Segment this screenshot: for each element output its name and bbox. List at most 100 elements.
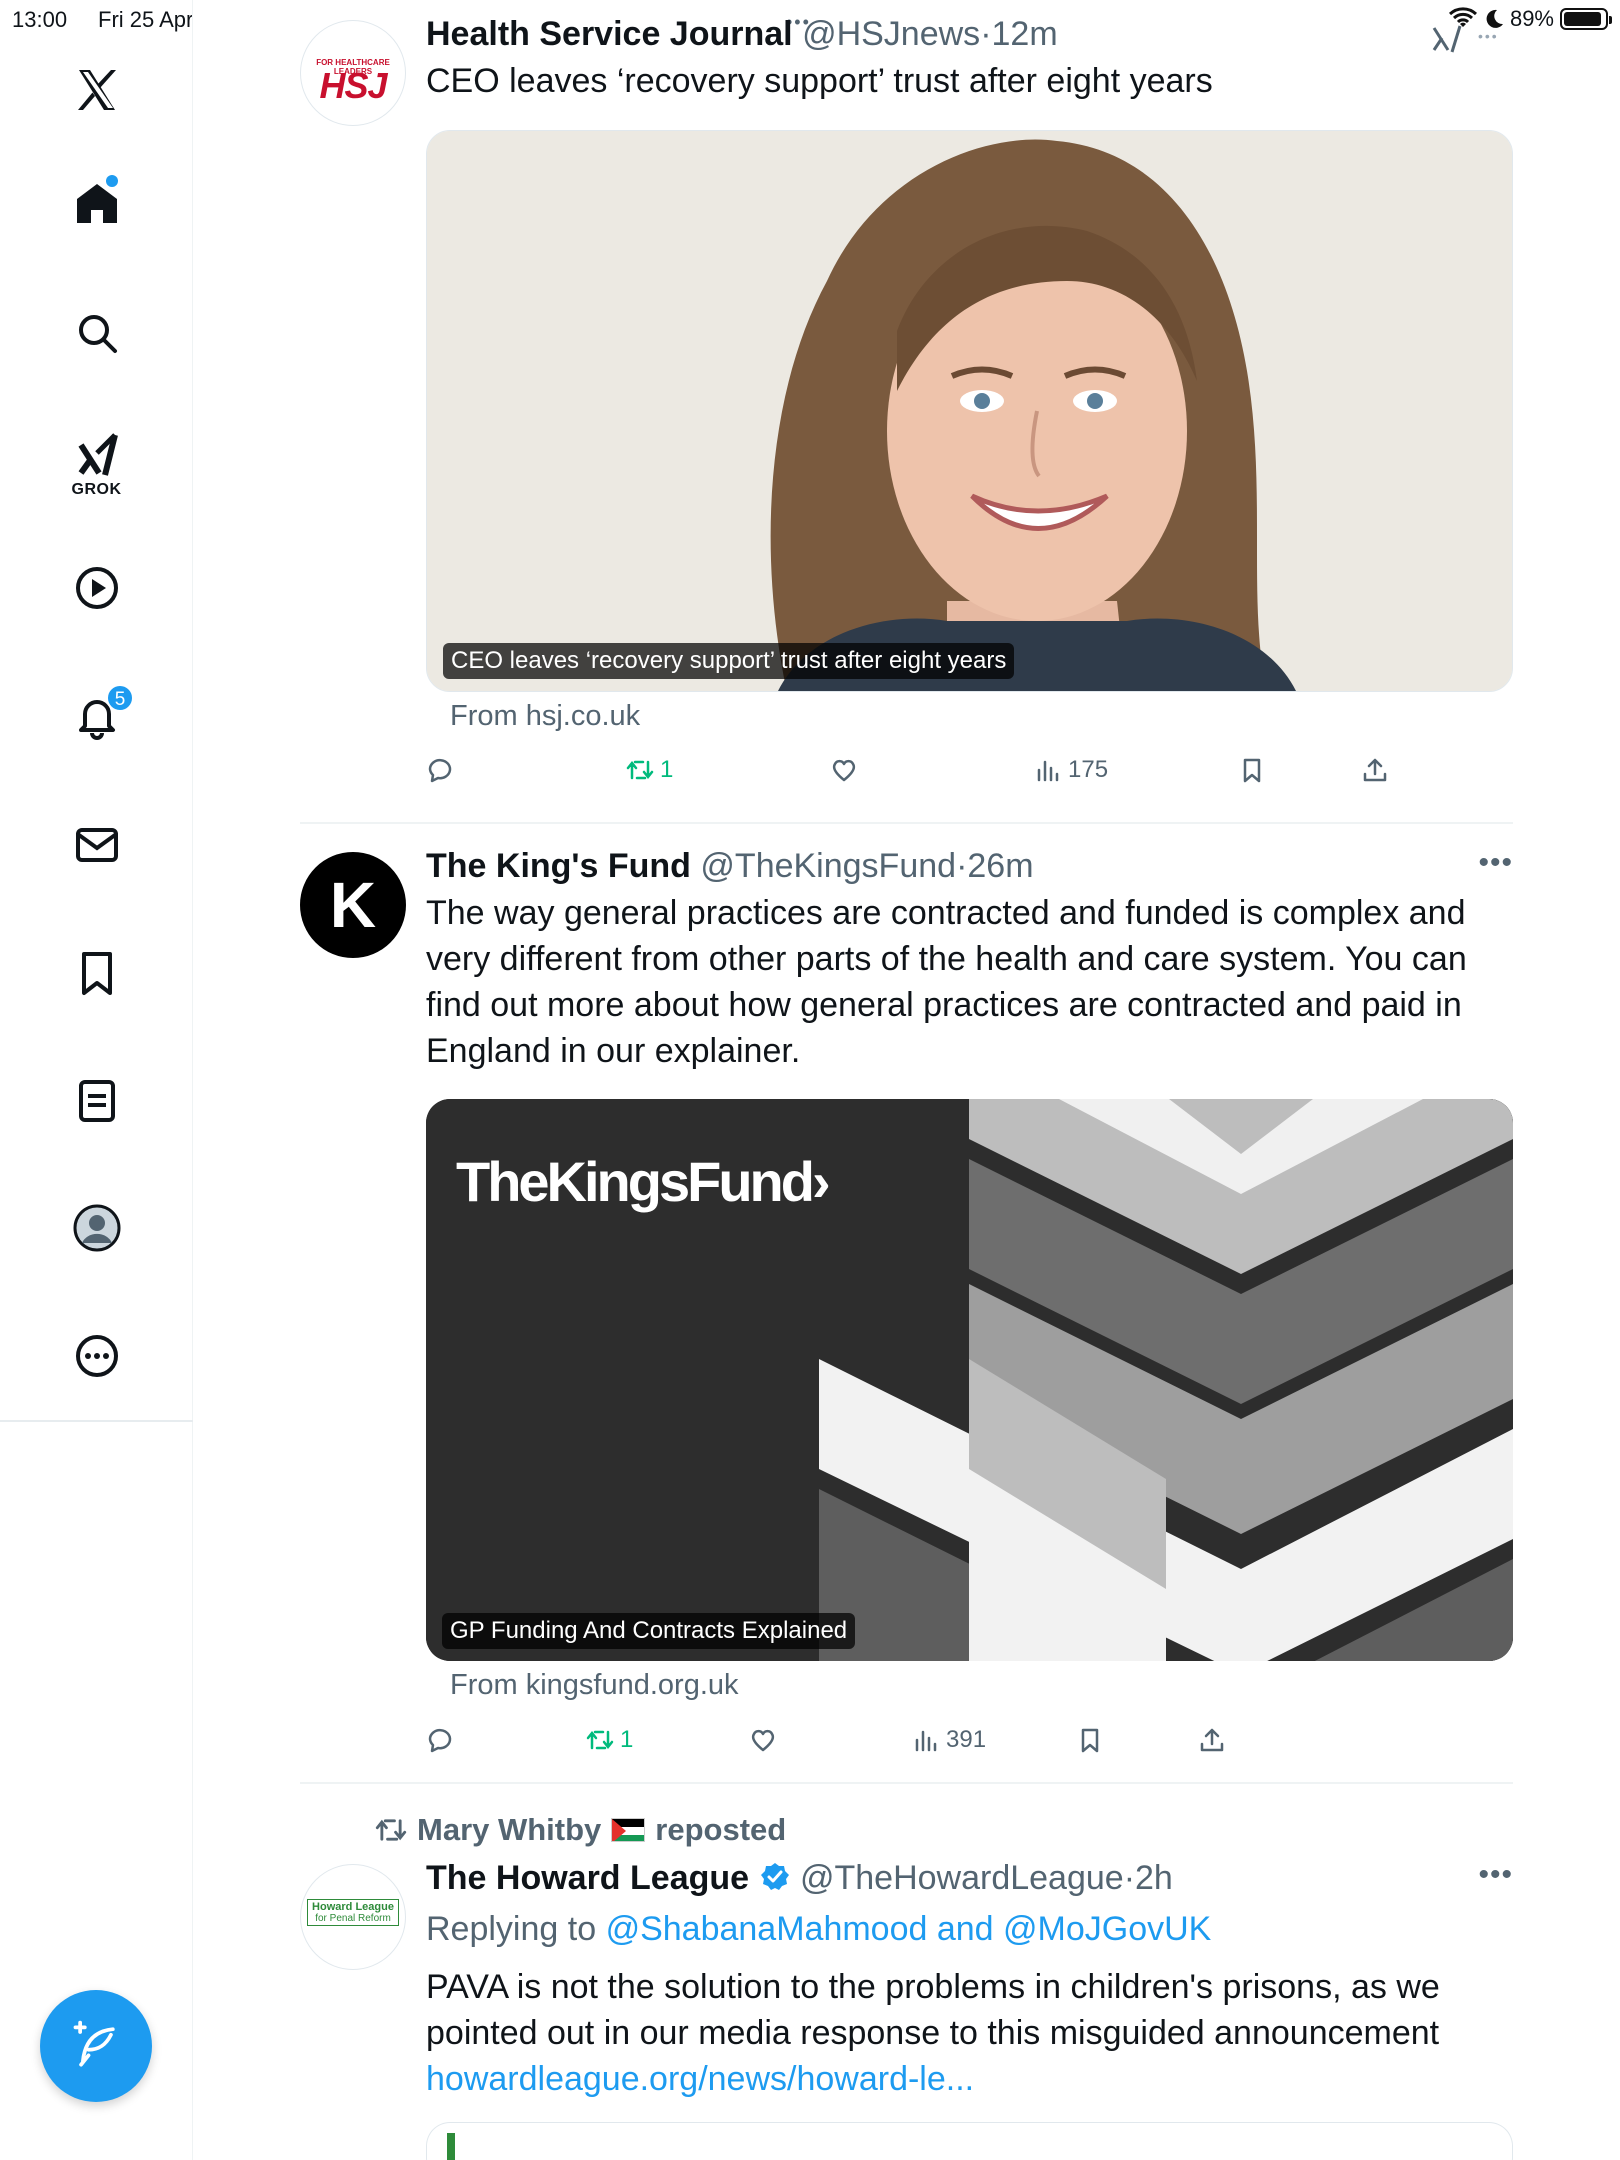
bookmark-action-icon — [1243, 758, 1261, 783]
dot-separator: · — [1123, 1859, 1136, 1897]
author-name[interactable]: The Howard League — [426, 1859, 749, 1897]
link-card-image[interactable]: CEO leaves ‘recovery support’ trust afte… — [426, 130, 1513, 692]
retweet-button[interactable]: 1 — [626, 756, 673, 784]
list-icon — [78, 1080, 115, 1122]
reply-button[interactable] — [426, 756, 454, 784]
author-handle[interactable]: @TheHowardLeague — [800, 1859, 1124, 1897]
x-logo-icon — [77, 70, 116, 110]
card-source[interactable]: From hsj.co.uk — [450, 700, 640, 733]
more-circle-icon — [75, 1335, 118, 1377]
card-preview-bar — [447, 2133, 455, 2160]
nav-profile[interactable] — [0, 1200, 193, 1256]
play-circle-icon — [75, 567, 118, 609]
palestine-flag-icon — [611, 1818, 646, 1842]
heart-icon — [832, 759, 856, 782]
reposter-name[interactable]: Mary Whitby — [417, 1812, 601, 1848]
reply-button[interactable] — [426, 1726, 454, 1754]
tweet-text: PAVA is not the solution to the problems… — [426, 1968, 1440, 2052]
repost-icon — [375, 1819, 407, 1841]
views-count: 391 — [946, 1726, 987, 1753]
tweet-kingsfund[interactable]: K ••• The King's Fund @TheKingsFund·26m … — [300, 846, 1513, 1766]
retweet-icon — [586, 1730, 614, 1750]
heart-icon — [751, 1729, 775, 1752]
views-count: 175 — [1068, 756, 1109, 783]
tweet-header: The King's Fund @TheKingsFund·26m — [426, 846, 1513, 886]
search-icon — [78, 315, 117, 353]
tweet-body: The King's Fund @TheKingsFund·26m The wa… — [426, 846, 1513, 1074]
like-button[interactable] — [830, 756, 858, 784]
card-photo-portrait — [427, 131, 1512, 691]
nav-home[interactable] — [0, 175, 193, 231]
reply-icon — [428, 758, 452, 783]
link-card-preview[interactable] — [426, 2122, 1513, 2160]
replying-to-mentions[interactable]: @ShabanaMahmood and @MoJGovUK — [606, 1910, 1212, 1948]
views-chart-icon — [915, 1730, 937, 1752]
share-button[interactable] — [1361, 756, 1389, 784]
author-name[interactable]: Health Service Journal — [426, 15, 793, 53]
nav-bookmarks[interactable] — [0, 945, 193, 1001]
share-button[interactable] — [1198, 1726, 1226, 1754]
author-handle[interactable]: @HSJnews — [802, 15, 980, 53]
bookmark-button[interactable] — [1076, 1726, 1104, 1754]
nav-more[interactable] — [0, 1328, 193, 1384]
tweet-actions: 1 391 — [426, 1726, 1513, 1766]
tweet-actions: 1 175 — [426, 756, 1513, 796]
x-logo[interactable] — [0, 62, 193, 118]
nav-grok[interactable]: GROK — [0, 425, 193, 505]
nav-video[interactable] — [0, 560, 193, 616]
bookmark-button[interactable] — [1238, 756, 1266, 784]
notifications-badge: 5 — [106, 684, 134, 712]
sidebar: GROK 5 — [0, 0, 193, 2160]
tweet-text: CEO leaves ‘recovery support’ trust afte… — [426, 62, 1213, 100]
retweet-button[interactable]: 1 — [586, 1726, 633, 1754]
like-button[interactable] — [749, 1726, 777, 1754]
dot-separator: · — [956, 847, 968, 885]
tweet-time[interactable]: 12m — [992, 15, 1058, 53]
compose-button[interactable] — [40, 1990, 152, 2102]
tweet-time[interactable]: 26m — [967, 847, 1033, 885]
tweet-body: The Howard League @TheHowardLeague·2h Re… — [426, 1858, 1513, 2102]
battery-icon — [1560, 8, 1612, 30]
nav-notifications[interactable]: 5 — [0, 684, 193, 744]
retweet-icon — [626, 760, 654, 780]
bookmark-icon — [81, 952, 112, 995]
tweet-separator — [300, 822, 1513, 824]
tweet-header: The Howard League @TheHowardLeague·2h — [426, 1858, 1513, 1898]
retweet-count: 1 — [660, 756, 674, 783]
author-name[interactable]: The King's Fund — [426, 847, 691, 885]
avatar-kingsfund[interactable]: K — [300, 852, 406, 958]
tweet-howardleague[interactable]: Mary Whitby reposted Howard League for P… — [300, 1808, 1513, 2160]
views-button[interactable]: 175 — [1034, 756, 1108, 784]
sidebar-divider — [0, 1420, 193, 1422]
nav-messages[interactable] — [0, 817, 193, 873]
reply-icon — [428, 1728, 452, 1753]
nav-lists[interactable] — [0, 1073, 193, 1129]
tweet-link[interactable]: howardleague.org/news/howard-le... — [426, 2056, 1513, 2102]
verified-badge-icon — [760, 1863, 789, 1890]
nav-search[interactable] — [0, 305, 193, 361]
avatar-hsj[interactable]: FOR HEALTHCARE LEADERS HSJ — [300, 20, 406, 126]
views-button[interactable]: 391 — [912, 1726, 986, 1754]
grok-icon — [77, 433, 118, 476]
home-unread-dot — [106, 175, 118, 187]
avatar-howardleague[interactable]: Howard League for Penal Reform — [300, 1864, 406, 1970]
grok-label: GROK — [71, 481, 122, 498]
avatar-howard-text-2: for Penal Reform — [315, 1913, 391, 1924]
compose-feather-icon — [73, 2020, 115, 2067]
card-caption: GP Funding And Contracts Explained — [442, 1613, 856, 1649]
tweet-separator — [300, 1782, 1513, 1784]
author-handle[interactable]: @TheKingsFund — [700, 847, 956, 885]
retweet-count: 1 — [620, 1726, 634, 1753]
share-icon — [1200, 1728, 1224, 1752]
avatar-hsj-logo: HSJ — [319, 65, 387, 106]
replying-prefix: Replying to — [426, 1910, 597, 1948]
battery-percent: 89% — [1509, 6, 1554, 31]
link-card-image[interactable]: TheKingsFund› GP Funding And Contracts E… — [426, 1099, 1513, 1661]
tweet-time[interactable]: 2h — [1135, 1859, 1173, 1897]
repost-indicator: Mary Whitby reposted — [375, 1812, 786, 1848]
tweet-hsj[interactable]: FOR HEALTHCARE LEADERS HSJ Health Servic… — [300, 14, 1513, 814]
card-source[interactable]: From kingsfund.org.uk — [450, 1669, 739, 1702]
bookmark-action-icon — [1081, 1728, 1099, 1753]
profile-avatar-icon — [73, 1204, 120, 1252]
tweet-body: Health Service Journal @HSJnews·12m CEO … — [426, 14, 1513, 104]
